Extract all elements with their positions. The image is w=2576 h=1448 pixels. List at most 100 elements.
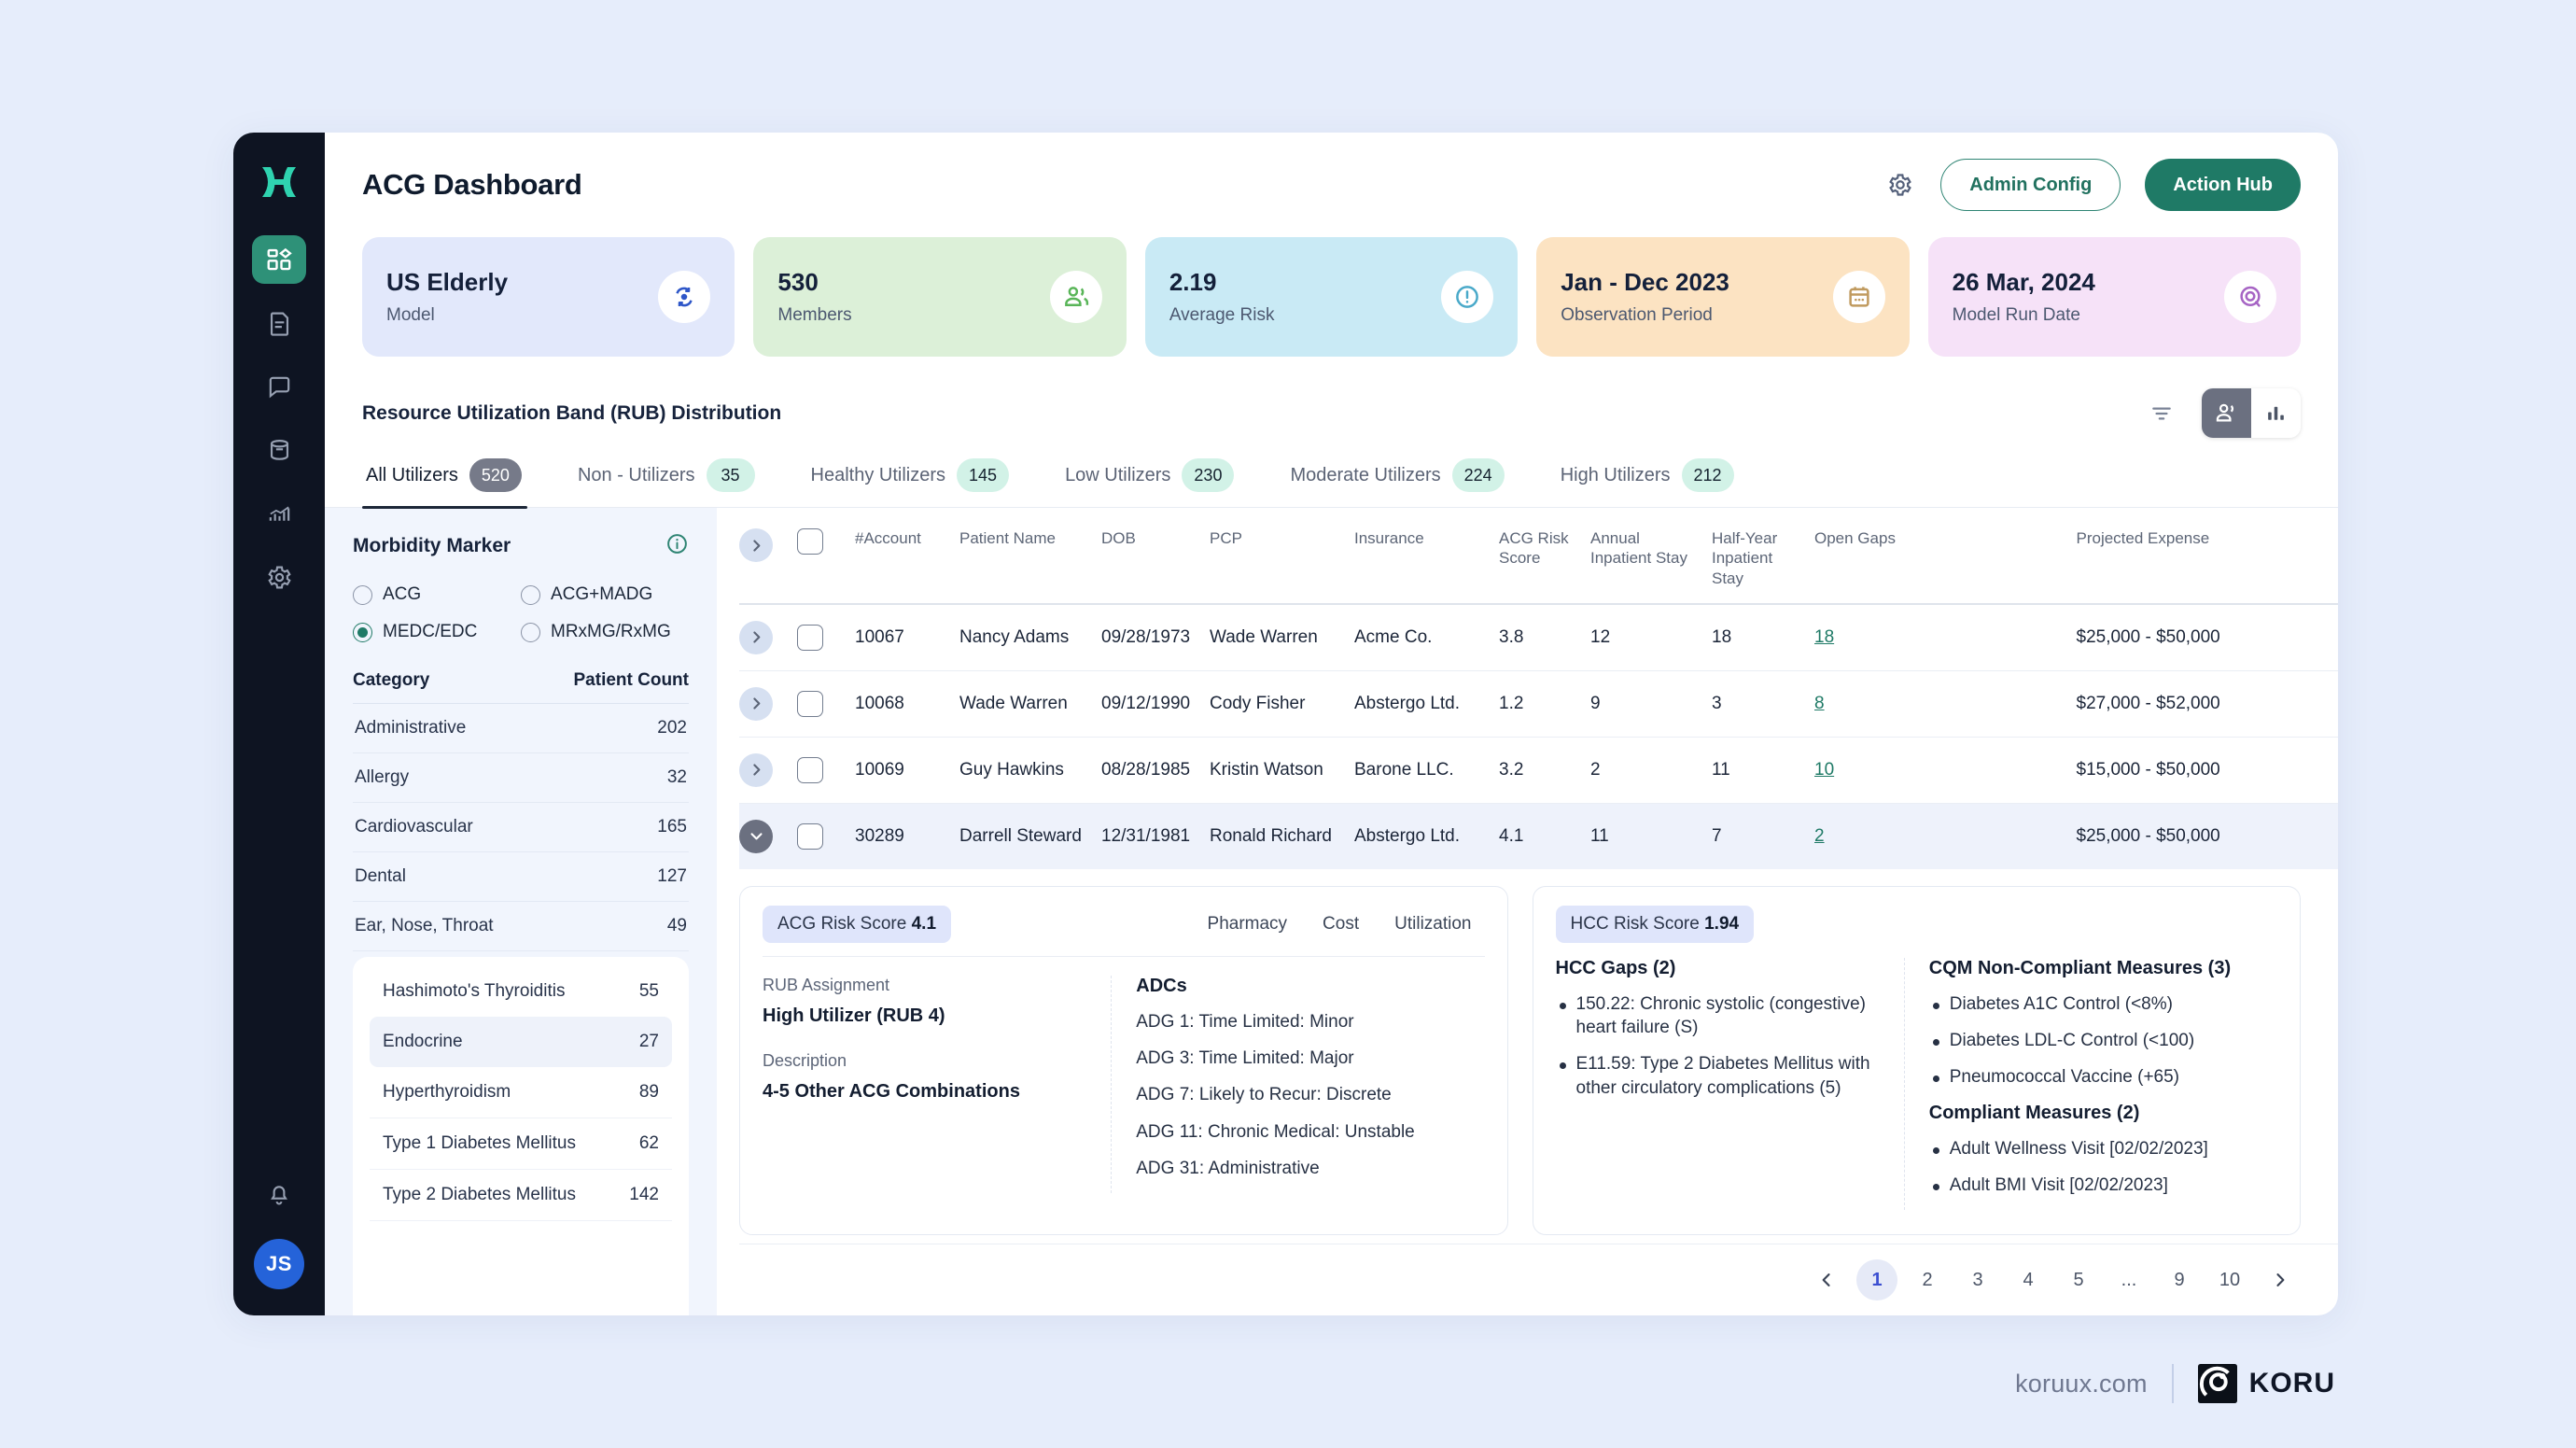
chevron-down-icon[interactable] [739,820,773,853]
sidebar-item-documents[interactable] [252,299,306,347]
pagination-prev[interactable] [1806,1259,1847,1300]
people-view-icon[interactable] [2202,388,2251,438]
category-name: Cardiovascular [355,817,473,837]
stat-card-members: 530 Members [753,237,1126,357]
pagination-page[interactable]: 10 [2209,1259,2250,1300]
sidebar-item-database[interactable] [252,426,306,474]
description-value: 4-5 Other ACG Combinations [763,1081,1094,1103]
category-name: Allergy [355,767,409,788]
compliant-measures-list: Adult Wellness Visit [02/02/2023] Adult … [1929,1137,2261,1198]
tab-low-utilizers[interactable]: Low Utilizers 230 [1061,458,1260,507]
table-row[interactable]: 30289 Darrell Steward 12/31/1981 Ronald … [739,803,2338,869]
gear-icon[interactable] [1884,169,1916,201]
risk-alert-icon [1441,271,1493,323]
radio-label: MRxMG/RxMG [551,622,671,642]
pagination-page[interactable]: 2 [1907,1259,1948,1300]
tab-utilization[interactable]: Utilization [1394,914,1471,935]
admin-config-button[interactable]: Admin Config [1940,159,2121,211]
adc-item: ADG 31: Administrative [1136,1157,1467,1180]
sidebar-item-dashboard[interactable] [252,235,306,284]
cell-projected-expense: $15,000 - $50,000 [2077,737,2339,803]
category-row[interactable]: Cardiovascular 165 [353,803,689,852]
koru-brand: KORU [2198,1364,2335,1403]
tab-pharmacy[interactable]: Pharmacy [1208,914,1288,935]
subcategory-row[interactable]: Hashimoto's Thyroiditis 55 [370,966,672,1017]
category-row[interactable]: Allergy 32 [353,753,689,803]
category-row[interactable]: Administrative 202 [353,704,689,753]
open-gaps-link[interactable]: 2 [1814,826,1825,846]
table-row[interactable]: 10068 Wade Warren 09/12/1990 Cody Fisher… [739,670,2338,737]
row-checkbox[interactable] [797,823,823,850]
tab-label: Moderate Utilizers [1290,465,1440,486]
sidebar-item-messages[interactable] [252,362,306,411]
cell-annual-inpatient-stay: 2 [1590,737,1712,803]
stat-card-observation-period: Jan - Dec 2023 Observation Period [1536,237,1909,357]
row-select-cell [797,803,855,869]
filter-icon[interactable] [2146,398,2177,429]
category-count: 202 [657,718,687,738]
cell-dob: 09/12/1990 [1101,670,1210,737]
cell-account: 30289 [855,803,959,869]
pagination-page[interactable]: 3 [1957,1259,1998,1300]
open-gaps-link[interactable]: 18 [1814,627,1834,647]
user-avatar[interactable]: JS [254,1239,304,1289]
chevron-right-icon[interactable] [739,621,773,654]
tab-cost[interactable]: Cost [1323,914,1359,935]
tab-all-utilizers[interactable]: All Utilizers 520 [362,458,548,507]
expanded-row-detail: ACG Risk Score 4.1 Pharmacy Cost Utiliza… [739,869,2338,1235]
info-circle-icon[interactable] [665,532,689,560]
tab-non-utilizers[interactable]: Non - Utilizers 35 [574,458,781,507]
left-nav-rail: JS [233,133,325,1315]
pagination-page[interactable]: 5 [2058,1259,2099,1300]
row-checkbox[interactable] [797,757,823,783]
radio-mrxmg-rxmg[interactable]: MRxMG/RxMG [521,622,689,642]
category-row[interactable]: Ear, Nose, Throat 49 [353,902,689,951]
table-row[interactable]: 10067 Nancy Adams 09/28/1973 Wade Warren… [739,604,2338,671]
subcategory-row[interactable]: Type 2 Diabetes Mellitus 142 [370,1170,672,1221]
cqm-column: CQM Non-Compliant Measures (3) Diabetes … [1904,958,2277,1210]
sidebar-item-settings[interactable] [252,553,306,601]
hcc-gap-item: 150.22: Chronic systolic (congestive) he… [1556,992,1887,1040]
notifications-bell-icon[interactable] [252,1170,306,1218]
radio-acg-madg[interactable]: ACG+MADG [521,584,689,605]
tab-high-utilizers[interactable]: High Utilizers 212 [1557,458,1760,507]
pagination-page[interactable]: 1 [1856,1259,1897,1300]
action-hub-button[interactable]: Action Hub [2145,159,2301,211]
open-gaps-link[interactable]: 10 [1814,760,1834,780]
acg-score-label: ACG Risk Score [777,914,906,934]
sidebar-item-analytics[interactable] [252,489,306,538]
adc-item: ADG 7: Likely to Recur: Discrete [1136,1083,1467,1106]
pagination-page[interactable]: 9 [2159,1259,2200,1300]
subcategory-row[interactable]: Endocrine 27 [370,1017,672,1067]
stat-value: 2.19 [1169,268,1275,297]
table-row[interactable]: 10069 Guy Hawkins 08/28/1985 Kristin Wat… [739,737,2338,803]
search-icon[interactable] [1828,169,1860,201]
chevron-right-icon[interactable] [739,753,773,787]
pagination-page[interactable]: 4 [2008,1259,2049,1300]
radio-acg[interactable]: ACG [353,584,521,605]
hcc-gaps-title: HCC Gaps (2) [1556,958,1887,979]
row-checkbox[interactable] [797,625,823,651]
cell-pcp: Kristin Watson [1210,737,1354,803]
expand-all-chevron-right-icon[interactable] [739,528,773,562]
tab-healthy-utilizers[interactable]: Healthy Utilizers 145 [807,458,1036,507]
open-gaps-link[interactable]: 8 [1814,694,1825,713]
subcategory-row[interactable]: Type 1 Diabetes Mellitus 62 [370,1118,672,1170]
bar-chart-view-icon[interactable] [2251,388,2301,438]
category-row[interactable]: Dental 127 [353,852,689,902]
stat-cards: US Elderly Model 530 Members 2.19 [325,237,2338,357]
adcs-title: ADCs [1136,976,1467,997]
radio-medc-edc[interactable]: MEDC/EDC [353,622,521,642]
subcategory-row[interactable]: Hyperthyroidism 89 [370,1067,672,1118]
tab-moderate-utilizers[interactable]: Moderate Utilizers 224 [1286,458,1530,507]
row-checkbox[interactable] [797,691,823,717]
view-toggle [2202,388,2301,438]
category-name: Ear, Nose, Throat [355,916,494,936]
radio-label: ACG+MADG [551,584,652,605]
select-all-checkbox[interactable] [797,528,823,555]
cell-half-year-inpatient-stay: 7 [1712,803,1814,869]
row-select-cell [797,604,855,671]
pagination-next[interactable] [2260,1259,2301,1300]
stat-value: US Elderly [386,268,508,297]
chevron-right-icon[interactable] [739,687,773,721]
